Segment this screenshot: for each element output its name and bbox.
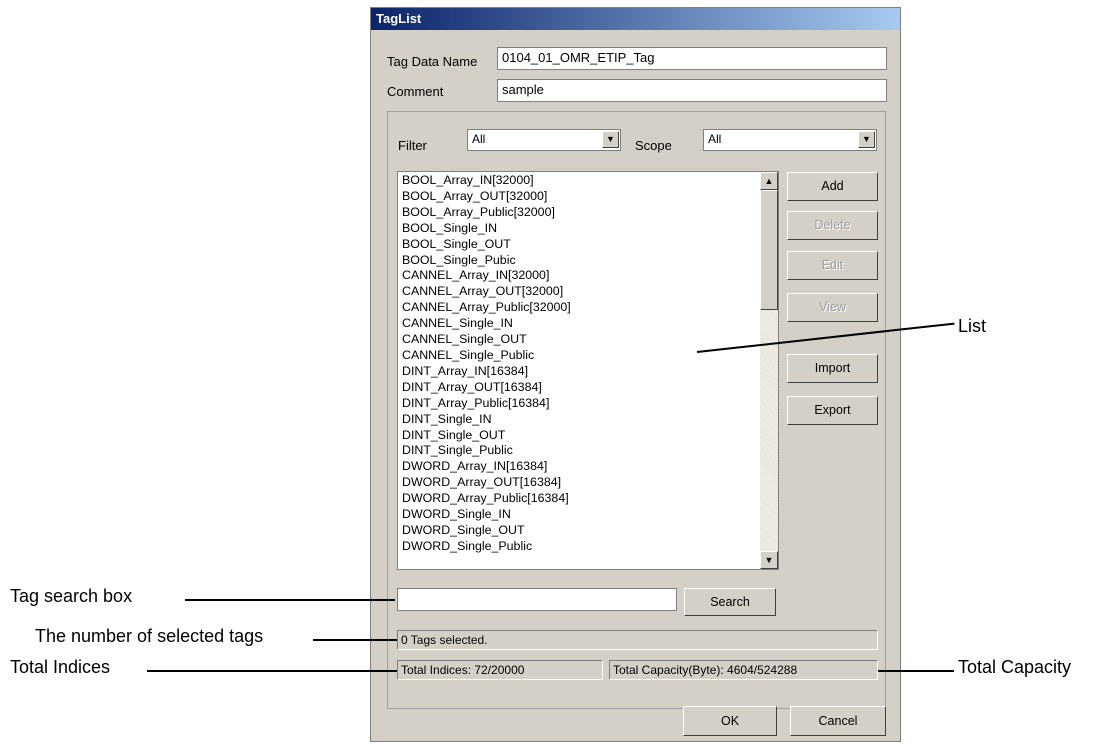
add-button[interactable]: Add bbox=[787, 172, 878, 201]
list-item[interactable]: BOOL_Array_Public[32000] bbox=[402, 205, 571, 221]
scroll-up-icon[interactable]: ▲ bbox=[760, 172, 778, 190]
comment-field[interactable]: sample bbox=[497, 79, 887, 102]
total-indices-status: Total Indices: 72/20000 bbox=[397, 660, 603, 680]
list-item[interactable]: BOOL_Array_OUT[32000] bbox=[402, 189, 571, 205]
scope-label: Scope bbox=[635, 138, 672, 153]
number-selected-annotation: The number of selected tags bbox=[35, 626, 264, 646]
list-item[interactable]: CANNEL_Array_Public[32000] bbox=[402, 300, 571, 316]
chevron-down-icon[interactable]: ▼ bbox=[858, 131, 875, 148]
list-item[interactable]: DWORD_Array_IN[16384] bbox=[402, 459, 571, 475]
list-item[interactable]: DINT_Single_OUT bbox=[402, 428, 571, 444]
list-item[interactable]: CANNEL_Array_IN[32000] bbox=[402, 268, 571, 284]
list-item[interactable]: DWORD_Array_OUT[16384] bbox=[402, 475, 571, 491]
title-bar[interactable]: TagList bbox=[371, 8, 900, 30]
comment-label: Comment bbox=[387, 84, 444, 99]
scope-value: All bbox=[708, 132, 722, 146]
filter-dropdown[interactable]: All ▼ bbox=[467, 129, 621, 151]
list-item[interactable]: CANNEL_Single_IN bbox=[402, 316, 571, 332]
list-item[interactable]: BOOL_Single_IN bbox=[402, 221, 571, 237]
filter-value: All bbox=[472, 132, 486, 146]
total-indices-annotation: Total Indices bbox=[10, 657, 111, 677]
list-item[interactable]: DWORD_Array_Public[16384] bbox=[402, 491, 571, 507]
edit-button[interactable]: Edit bbox=[787, 251, 878, 280]
import-button[interactable]: Import bbox=[787, 354, 878, 383]
list-item[interactable]: DINT_Array_OUT[16384] bbox=[402, 380, 571, 396]
list-item[interactable]: DWORD_Single_IN bbox=[402, 507, 571, 523]
list-item[interactable]: DWORD_Single_Public bbox=[402, 539, 571, 555]
list-item[interactable]: DINT_Array_Public[16384] bbox=[402, 396, 571, 412]
list-item[interactable]: DINT_Single_IN bbox=[402, 412, 571, 428]
scope-dropdown[interactable]: All ▼ bbox=[703, 129, 877, 151]
export-button[interactable]: Export bbox=[787, 396, 878, 425]
total-capacity-status: Total Capacity(Byte): 4604/524288 bbox=[609, 660, 878, 680]
selected-tags-status: 0 Tags selected. bbox=[397, 630, 878, 650]
list-item[interactable]: CANNEL_Single_Public bbox=[402, 348, 571, 364]
cancel-button[interactable]: Cancel bbox=[790, 706, 886, 736]
search-button[interactable]: Search bbox=[684, 588, 776, 616]
total-capacity-annotation: Total Capacity bbox=[958, 657, 1072, 677]
scroll-down-icon[interactable]: ▼ bbox=[760, 551, 778, 569]
tag-data-name-label: Tag Data Name bbox=[387, 54, 478, 69]
total-capacity-pointer-line bbox=[878, 670, 954, 672]
view-button[interactable]: View bbox=[787, 293, 878, 322]
ok-button[interactable]: OK bbox=[683, 706, 777, 736]
list-item[interactable]: BOOL_Single_Pubic bbox=[402, 253, 571, 269]
filter-label: Filter bbox=[398, 138, 427, 153]
vertical-scrollbar[interactable]: ▲ ▼ bbox=[760, 172, 778, 569]
list-item[interactable]: DWORD_Single_OUT bbox=[402, 523, 571, 539]
list-item[interactable]: DINT_Array_IN[16384] bbox=[402, 364, 571, 380]
chevron-down-icon[interactable]: ▼ bbox=[602, 131, 619, 148]
taglist-dialog: TagList Tag Data Name 0104_01_OMR_ETIP_T… bbox=[370, 7, 901, 742]
scroll-thumb[interactable] bbox=[760, 190, 778, 310]
tag-list[interactable]: BOOL_Array_IN[32000] BOOL_Array_OUT[32000… bbox=[397, 171, 779, 570]
tag-search-box-annotation: Tag search box bbox=[10, 586, 133, 606]
tag-list-items: BOOL_Array_IN[32000] BOOL_Array_OUT[32000… bbox=[402, 173, 571, 555]
total-indices-pointer-line bbox=[147, 670, 397, 672]
list-item[interactable]: BOOL_Array_IN[32000] bbox=[402, 173, 571, 189]
list-item[interactable]: CANNEL_Array_OUT[32000] bbox=[402, 284, 571, 300]
dialog-title: TagList bbox=[376, 11, 422, 26]
tag-search-input[interactable] bbox=[397, 588, 677, 611]
list-item[interactable]: BOOL_Single_OUT bbox=[402, 237, 571, 253]
list-item[interactable]: CANNEL_Single_OUT bbox=[402, 332, 571, 348]
tag-data-name-field[interactable]: 0104_01_OMR_ETIP_Tag bbox=[497, 47, 887, 70]
number-selected-pointer-line bbox=[313, 639, 397, 641]
tag-search-pointer-line bbox=[185, 599, 395, 601]
list-annotation: List bbox=[958, 316, 987, 336]
list-item[interactable]: DINT_Single_Public bbox=[402, 443, 571, 459]
delete-button[interactable]: Delete bbox=[787, 211, 878, 240]
